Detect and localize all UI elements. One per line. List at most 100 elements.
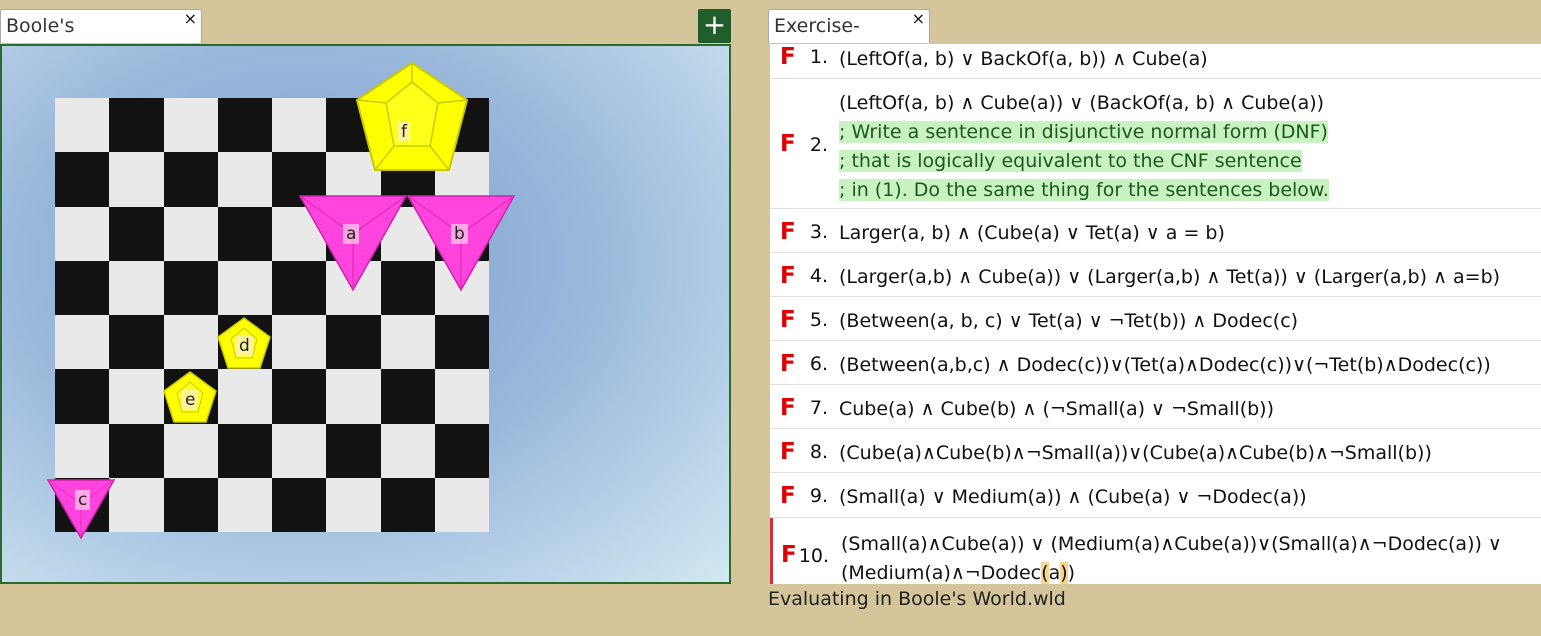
add-world-button[interactable]: + xyxy=(698,9,731,43)
object-label: e xyxy=(182,390,199,410)
board-square[interactable] xyxy=(326,315,381,370)
board-square[interactable] xyxy=(217,423,272,478)
board-square[interactable] xyxy=(109,477,164,532)
sentence-row[interactable]: F 6. (Between(a,b,c) ∧ Dodec(c))∨(Tet(a)… xyxy=(770,341,1541,385)
sentence-number: 7. xyxy=(809,397,828,419)
sentence-number: 8. xyxy=(809,441,828,463)
board-square[interactable] xyxy=(109,315,164,370)
sentence-number: 2. xyxy=(809,134,828,156)
sentence-line: (Small(a)∧Cube(a)) ∨ (Medium(a)∧Cube(a))… xyxy=(841,533,1502,555)
board-square[interactable] xyxy=(163,98,218,153)
board-square[interactable] xyxy=(326,477,381,532)
board-square[interactable] xyxy=(109,260,164,315)
board-square[interactable] xyxy=(109,98,164,153)
tab-world[interactable]: Boole's World.wld × xyxy=(0,9,202,70)
board-square[interactable] xyxy=(217,369,272,424)
board-square[interactable] xyxy=(217,260,272,315)
board-square[interactable] xyxy=(55,98,110,153)
close-icon[interactable]: × xyxy=(184,2,197,35)
tetrahedron-b[interactable]: b xyxy=(406,194,516,292)
board-square[interactable] xyxy=(109,423,164,478)
board-square[interactable] xyxy=(109,206,164,261)
close-icon[interactable]: × xyxy=(912,2,925,35)
sentence-text[interactable]: (Between(a,b,c) ∧ Dodec(c))∨(Tet(a)∧Dode… xyxy=(839,351,1521,380)
board-square[interactable] xyxy=(55,260,110,315)
sentence-row[interactable]: F 9. (Small(a) ∨ Medium(a)) ∧ (Cube(a) ∨… xyxy=(770,473,1541,518)
sentence-text[interactable]: (Cube(a)∧Cube(b)∧¬Small(a))∨(Cube(a)∧Cub… xyxy=(839,439,1521,468)
board-square[interactable] xyxy=(217,98,272,153)
board-square[interactable] xyxy=(109,152,164,207)
sentence-number: 3. xyxy=(809,221,828,243)
board-square[interactable] xyxy=(380,369,435,424)
board-square[interactable] xyxy=(55,423,110,478)
world-panel[interactable]: f a b d e c xyxy=(0,44,731,584)
board-square[interactable] xyxy=(163,315,218,370)
board-square[interactable] xyxy=(163,477,218,532)
sentence-row[interactable]: F 5. (Between(a, b, c) ∨ Tet(a) ∨ ¬Tet(b… xyxy=(770,297,1541,341)
sentence-text[interactable]: Cube(a) ∧ Cube(b) ∧ (¬Small(a) ∨ ¬Small(… xyxy=(839,395,1521,424)
sentence-row[interactable]: F 7. Cube(a) ∧ Cube(b) ∧ (¬Small(a) ∨ ¬S… xyxy=(770,385,1541,429)
sentence-number: 1. xyxy=(809,46,828,68)
matching-paren: ( xyxy=(1041,562,1049,584)
sentence-list[interactable]: F 1. (LeftOf(a, b) ∨ BackOf(a, b)) ∧ Cub… xyxy=(770,44,1541,584)
board-square[interactable] xyxy=(434,369,489,424)
board-square[interactable] xyxy=(217,206,272,261)
sentence-text[interactable]: (LeftOf(a, b) ∧ Cube(a)) ∨ (BackOf(a, b)… xyxy=(839,89,1521,205)
sentence-text[interactable]: Larger(a, b) ∧ (Cube(a) ∨ Tet(a) ∨ a = b… xyxy=(839,219,1521,248)
board-square[interactable] xyxy=(272,423,327,478)
comment-line: ; Write a sentence in disjunctive normal… xyxy=(839,121,1328,143)
sentence-line: (LeftOf(a, b) ∧ Cube(a)) ∨ (BackOf(a, b)… xyxy=(839,92,1325,114)
board-square[interactable] xyxy=(434,477,489,532)
object-label: c xyxy=(75,490,91,510)
board-square[interactable] xyxy=(217,477,272,532)
sentence-row[interactable]: F 4. (Larger(a,b) ∧ Cube(a)) ∨ (Larger(a… xyxy=(770,253,1541,297)
board-square[interactable] xyxy=(217,152,272,207)
dodecahedron-e[interactable]: e xyxy=(162,370,218,426)
tetrahedron-a[interactable]: a xyxy=(298,194,408,292)
board-square[interactable] xyxy=(272,315,327,370)
board-square[interactable] xyxy=(55,369,110,424)
board-square[interactable] xyxy=(55,315,110,370)
tetrahedron-c[interactable]: c xyxy=(46,478,116,540)
sentence-row[interactable]: F 3. Larger(a, b) ∧ (Cube(a) ∨ Tet(a) ∨ … xyxy=(770,209,1541,253)
board-square[interactable] xyxy=(163,423,218,478)
sentence-row-selected[interactable]: F 10. (Small(a)∧Cube(a)) ∨ (Medium(a)∧Cu… xyxy=(770,518,1541,584)
dodecahedron-d[interactable]: d xyxy=(216,316,272,372)
sentence-text[interactable]: (LeftOf(a, b) ∨ BackOf(a, b)) ∧ Cube(a) xyxy=(839,45,1521,74)
board-square[interactable] xyxy=(272,477,327,532)
sentence-number: 10. xyxy=(798,545,829,567)
sentence-number: 5. xyxy=(809,309,828,331)
sentence-number: 9. xyxy=(809,485,828,507)
sentence-text[interactable]: (Small(a) ∨ Medium(a)) ∧ (Cube(a) ∨ ¬Dod… xyxy=(839,483,1521,512)
dodecahedron-f[interactable]: f xyxy=(354,60,470,178)
board-square[interactable] xyxy=(380,315,435,370)
sentence-number: 4. xyxy=(809,265,828,287)
board-square[interactable] xyxy=(163,152,218,207)
comment-line: ; in (1). Do the same thing for the sent… xyxy=(839,179,1329,201)
sentence-text[interactable]: (Between(a, b, c) ∨ Tet(a) ∨ ¬Tet(b)) ∧ … xyxy=(839,307,1521,336)
board-square[interactable] xyxy=(272,98,327,153)
sentence-number: 6. xyxy=(809,353,828,375)
board-square[interactable] xyxy=(380,423,435,478)
board-square[interactable] xyxy=(163,260,218,315)
sentence-line: (Medium(a)∧¬Dodec(a)) xyxy=(841,562,1076,584)
sentence-row[interactable]: F 2. (LeftOf(a, b) ∧ Cube(a)) ∨ (BackOf(… xyxy=(770,79,1541,209)
tab-sentences[interactable]: Exercise-2.22 × xyxy=(768,9,930,70)
sentence-text[interactable]: (Small(a)∧Cube(a)) ∨ (Medium(a)∧Cube(a))… xyxy=(841,530,1521,584)
board-square[interactable] xyxy=(434,423,489,478)
board-square[interactable] xyxy=(326,369,381,424)
board-square[interactable] xyxy=(163,206,218,261)
board-square[interactable] xyxy=(109,369,164,424)
sentence-row[interactable]: F 1. (LeftOf(a, b) ∨ BackOf(a, b)) ∧ Cub… xyxy=(770,44,1541,79)
board-square[interactable] xyxy=(272,369,327,424)
board-square[interactable] xyxy=(55,152,110,207)
sentence-row[interactable]: F 8. (Cube(a)∧Cube(b)∧¬Small(a))∨(Cube(a… xyxy=(770,429,1541,473)
board-square[interactable] xyxy=(55,206,110,261)
object-label: a xyxy=(343,224,360,244)
object-label: d xyxy=(236,336,253,356)
status-text: Evaluating in Boole's World.wld xyxy=(768,588,1066,610)
sentence-text[interactable]: (Larger(a,b) ∧ Cube(a)) ∨ (Larger(a,b) ∧… xyxy=(839,263,1521,292)
board-square[interactable] xyxy=(326,423,381,478)
board-square[interactable] xyxy=(434,315,489,370)
board-square[interactable] xyxy=(380,477,435,532)
